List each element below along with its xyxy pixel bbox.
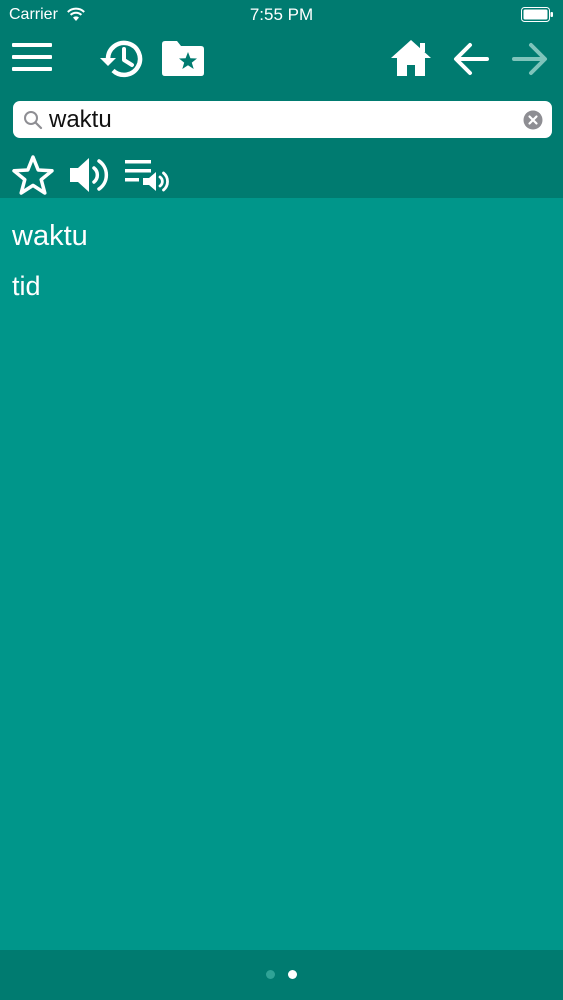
favorites-folder-button[interactable] xyxy=(162,40,204,76)
star-icon xyxy=(12,155,54,195)
back-arrow-icon xyxy=(453,42,489,76)
bottom-bar xyxy=(0,950,563,1000)
entry-translation: tid xyxy=(12,271,41,301)
clear-search-icon[interactable] xyxy=(523,110,543,130)
page-control[interactable] xyxy=(0,950,563,1000)
play-list-button[interactable] xyxy=(125,158,171,194)
history-button[interactable] xyxy=(99,38,145,80)
header-area: Carrier 7:55 PM xyxy=(0,0,563,198)
status-time: 7:55 PM xyxy=(249,5,314,24)
home-button[interactable] xyxy=(390,39,432,77)
forward-button[interactable] xyxy=(512,42,548,76)
favorites-folder-icon xyxy=(162,40,204,76)
forward-arrow-icon xyxy=(512,42,548,76)
add-favorite-button[interactable] xyxy=(12,155,54,195)
page-dot-1[interactable] xyxy=(266,970,275,979)
search-icon xyxy=(23,110,43,130)
pronounce-button[interactable] xyxy=(68,155,112,195)
search-bar[interactable] xyxy=(13,101,552,138)
battery-icon xyxy=(521,7,554,22)
entry-headword: waktu xyxy=(12,220,88,252)
page-dot-2-active[interactable] xyxy=(288,970,297,979)
speaker-icon xyxy=(68,155,112,195)
home-icon xyxy=(390,39,432,77)
status-bar: Carrier 7:55 PM xyxy=(0,0,563,30)
history-icon xyxy=(99,38,145,80)
search-input[interactable] xyxy=(49,101,509,138)
menu-button[interactable] xyxy=(12,42,52,72)
dictionary-entry: waktu tid xyxy=(0,198,563,950)
menu-icon xyxy=(12,42,52,72)
back-button[interactable] xyxy=(453,42,489,76)
playlist-audio-icon xyxy=(125,158,171,194)
